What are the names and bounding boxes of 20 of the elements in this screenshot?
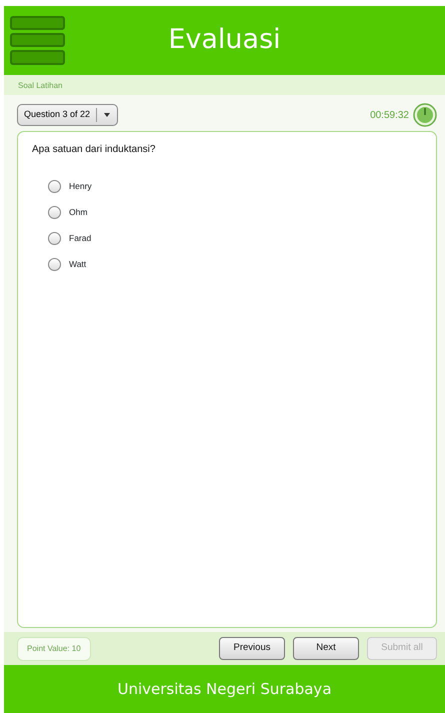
- point-value-label: Point Value: 10: [17, 636, 91, 660]
- footer-text: Universitas Negeri Surabaya: [4, 665, 445, 713]
- caret-icon: [104, 113, 110, 117]
- nav-button[interactable]: Next: [293, 637, 359, 660]
- question-text: Apa satuan dari induktansi?: [32, 143, 156, 157]
- option-label[interactable]: Watt: [69, 258, 86, 270]
- nav-button[interactable]: Previous: [219, 637, 285, 660]
- radio-button[interactable]: [48, 206, 61, 218]
- timer-icon: [413, 103, 437, 127]
- radio-button[interactable]: [48, 180, 61, 192]
- menu-icon[interactable]: [10, 16, 65, 66]
- option-label[interactable]: Henry: [69, 180, 92, 192]
- option-label[interactable]: Farad: [69, 232, 92, 244]
- question-dropdown[interactable]: Question 3 of 22: [17, 104, 118, 126]
- breadcrumb: Soal Latihan: [4, 75, 445, 95]
- timer-text: 00:59:32: [370, 108, 409, 122]
- option-label[interactable]: Ohm: [69, 206, 88, 218]
- radio-button[interactable]: [48, 258, 61, 270]
- radio-button[interactable]: [48, 232, 61, 244]
- page-title: Evaluasi: [168, 23, 281, 58]
